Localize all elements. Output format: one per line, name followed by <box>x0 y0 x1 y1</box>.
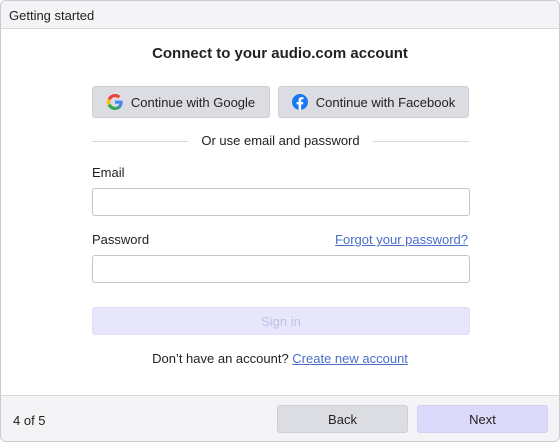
google-icon <box>106 94 123 110</box>
signup-row: Don’t have an account? Create new accoun… <box>1 351 559 366</box>
divider-text: Or use email and password <box>201 133 360 148</box>
continue-with-facebook-button[interactable]: Continue with Facebook <box>278 86 469 118</box>
password-label: Password <box>92 232 150 247</box>
next-button[interactable]: Next <box>417 405 548 433</box>
window-title: Getting started <box>9 8 95 23</box>
facebook-icon <box>291 94 308 110</box>
dialog-window: Getting started Connect to your audio.co… <box>0 0 560 442</box>
password-field[interactable] <box>92 255 470 283</box>
title-bar: Getting started <box>1 1 559 29</box>
page-title: Connect to your audio.com account <box>152 45 408 62</box>
divider-right <box>373 141 469 142</box>
step-indicator: 4 of 5 <box>13 413 46 428</box>
email-field[interactable] <box>92 188 470 216</box>
google-button-label: Continue with Google <box>130 94 256 110</box>
back-button[interactable]: Back <box>277 405 408 433</box>
create-account-link[interactable]: Create new account <box>292 351 408 366</box>
forgot-password-link[interactable]: Forgot your password? <box>335 232 468 247</box>
email-label: Email <box>92 165 125 180</box>
footer-bar: 4 of 5 Back Next <box>1 395 559 441</box>
divider-left <box>92 141 188 142</box>
facebook-button-label: Continue with Facebook <box>315 94 456 110</box>
continue-with-google-button[interactable]: Continue with Google <box>92 86 270 118</box>
sign-in-button[interactable]: Sign in <box>92 307 470 335</box>
signup-prompt: Don’t have an account? <box>152 351 293 366</box>
